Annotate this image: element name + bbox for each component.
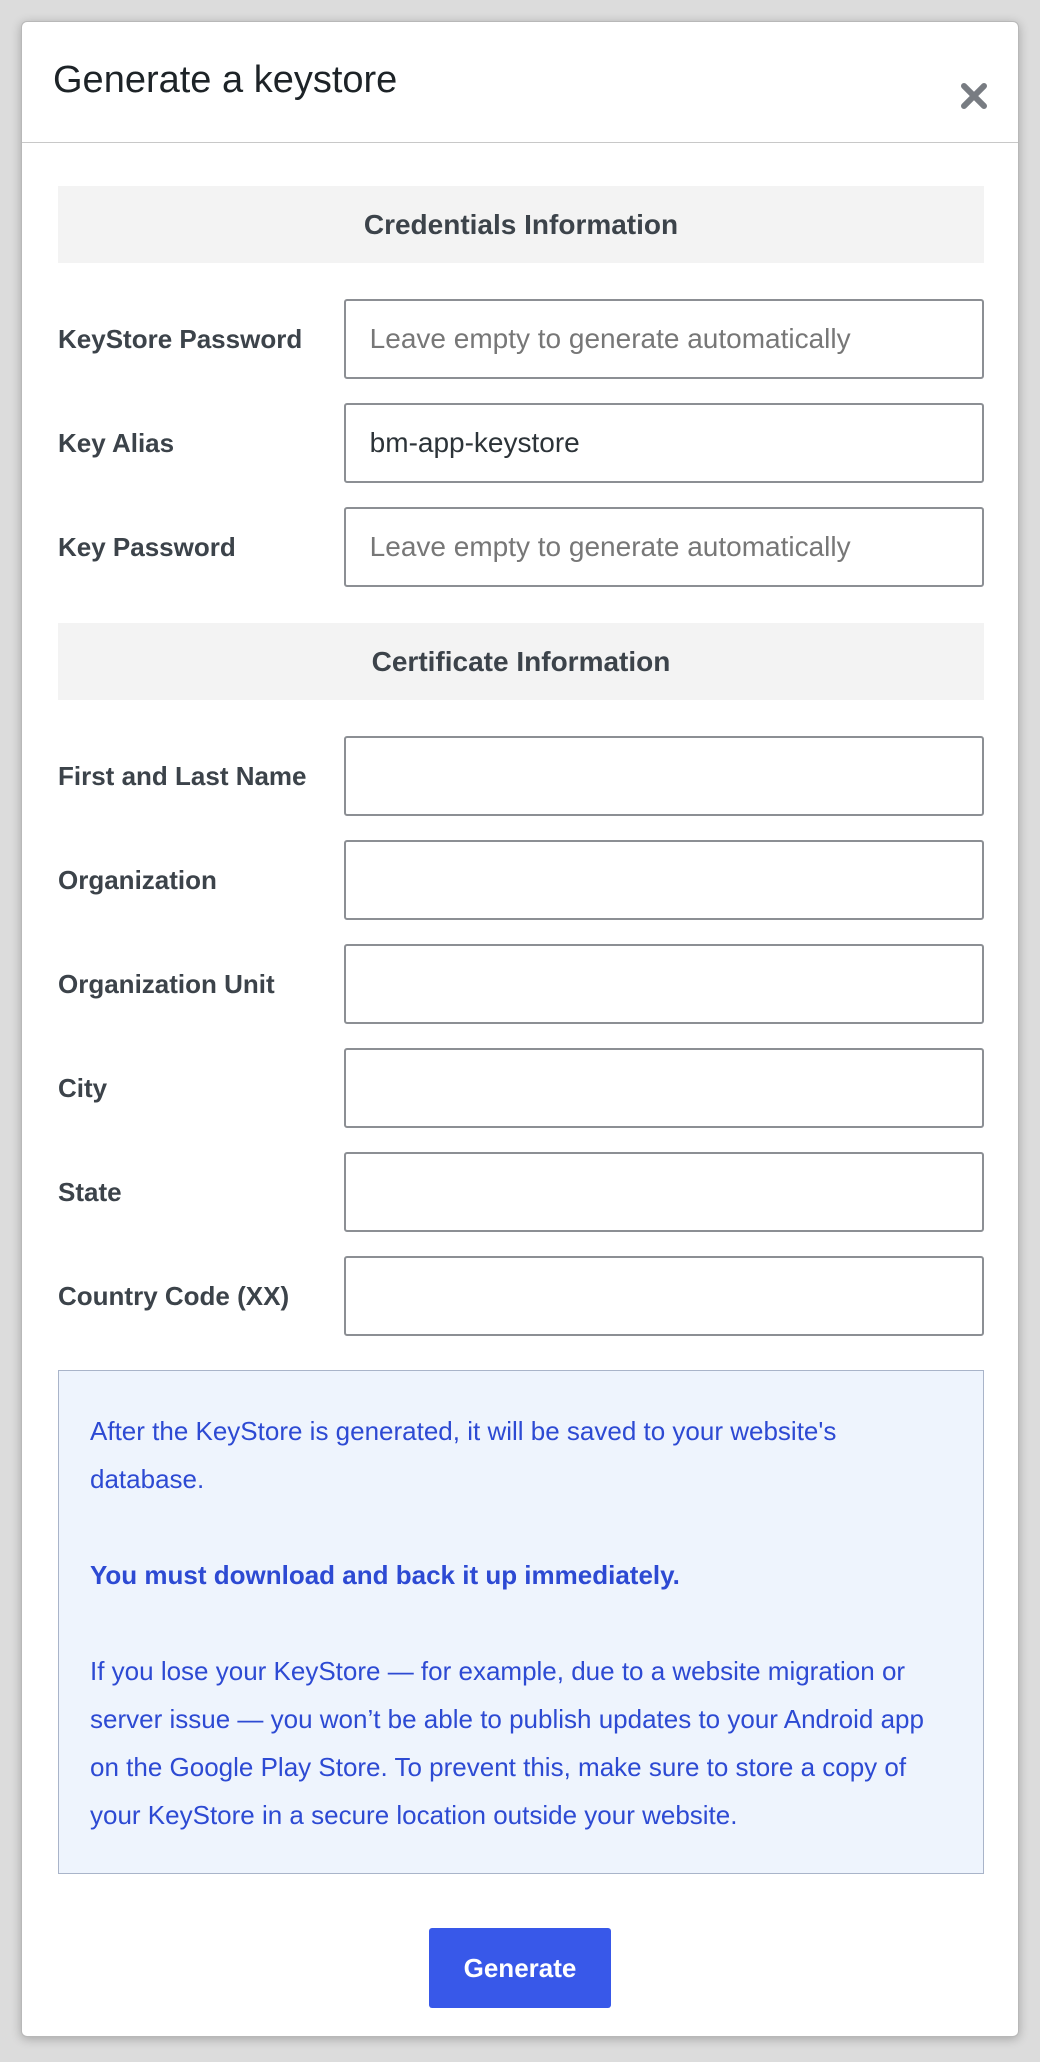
keystore-password-label: KeyStore Password <box>58 323 303 354</box>
full-name-input[interactable] <box>343 736 984 816</box>
organization-unit-row: Organization Unit <box>58 944 984 1024</box>
notice-backup-warning: You must download and back it up immedia… <box>90 1560 680 1590</box>
backup-notice: After the KeyStore is generated, it will… <box>58 1370 984 1874</box>
full-name-row: First and Last Name <box>58 736 984 816</box>
organization-row: Organization <box>58 840 984 920</box>
state-label: State <box>58 1176 122 1207</box>
key-password-input[interactable] <box>343 507 984 587</box>
modal-header: Generate a keystore <box>22 22 1018 143</box>
state-row: State <box>58 1152 984 1232</box>
modal-body: Credentials Information KeyStore Passwor… <box>58 186 984 1874</box>
key-alias-label: Key Alias <box>58 427 175 458</box>
notice-loss-explanation: If you lose your KeyStore — for example,… <box>90 1656 924 1830</box>
country-code-label: Country Code (XX) <box>58 1280 290 1311</box>
city-row: City <box>58 1048 984 1128</box>
city-label: City <box>58 1072 108 1103</box>
notice-saved-text: After the KeyStore is generated, it will… <box>90 1416 837 1494</box>
credentials-fields: KeyStore Password Key Alias Key Password <box>58 299 984 587</box>
organization-unit-input[interactable] <box>343 944 984 1024</box>
generate-keystore-modal: Generate a keystore Credentials Informat… <box>21 21 1019 2037</box>
close-icon <box>961 83 987 109</box>
organization-input[interactable] <box>343 840 984 920</box>
certificate-section-heading: Certificate Information <box>58 623 984 700</box>
keystore-password-row: KeyStore Password <box>58 299 984 379</box>
key-alias-row: Key Alias <box>58 403 984 483</box>
modal-footer: Generate <box>22 1928 1018 2008</box>
country-code-row: Country Code (XX) <box>58 1256 984 1336</box>
state-input[interactable] <box>343 1152 984 1232</box>
country-code-input[interactable] <box>343 1256 984 1336</box>
generate-button[interactable]: Generate <box>429 1928 611 2008</box>
key-password-row: Key Password <box>58 507 984 587</box>
organization-unit-label: Organization Unit <box>58 968 275 999</box>
close-button[interactable] <box>956 78 992 114</box>
key-password-label: Key Password <box>58 531 236 562</box>
key-alias-input[interactable] <box>343 403 984 483</box>
certificate-fields: First and Last Name Organization Organiz… <box>58 736 984 1336</box>
credentials-section-heading: Credentials Information <box>58 186 984 263</box>
keystore-password-input[interactable] <box>343 299 984 379</box>
organization-label: Organization <box>58 864 217 895</box>
full-name-label: First and Last Name <box>58 760 307 791</box>
city-input[interactable] <box>343 1048 984 1128</box>
modal-title: Generate a keystore <box>53 59 398 101</box>
